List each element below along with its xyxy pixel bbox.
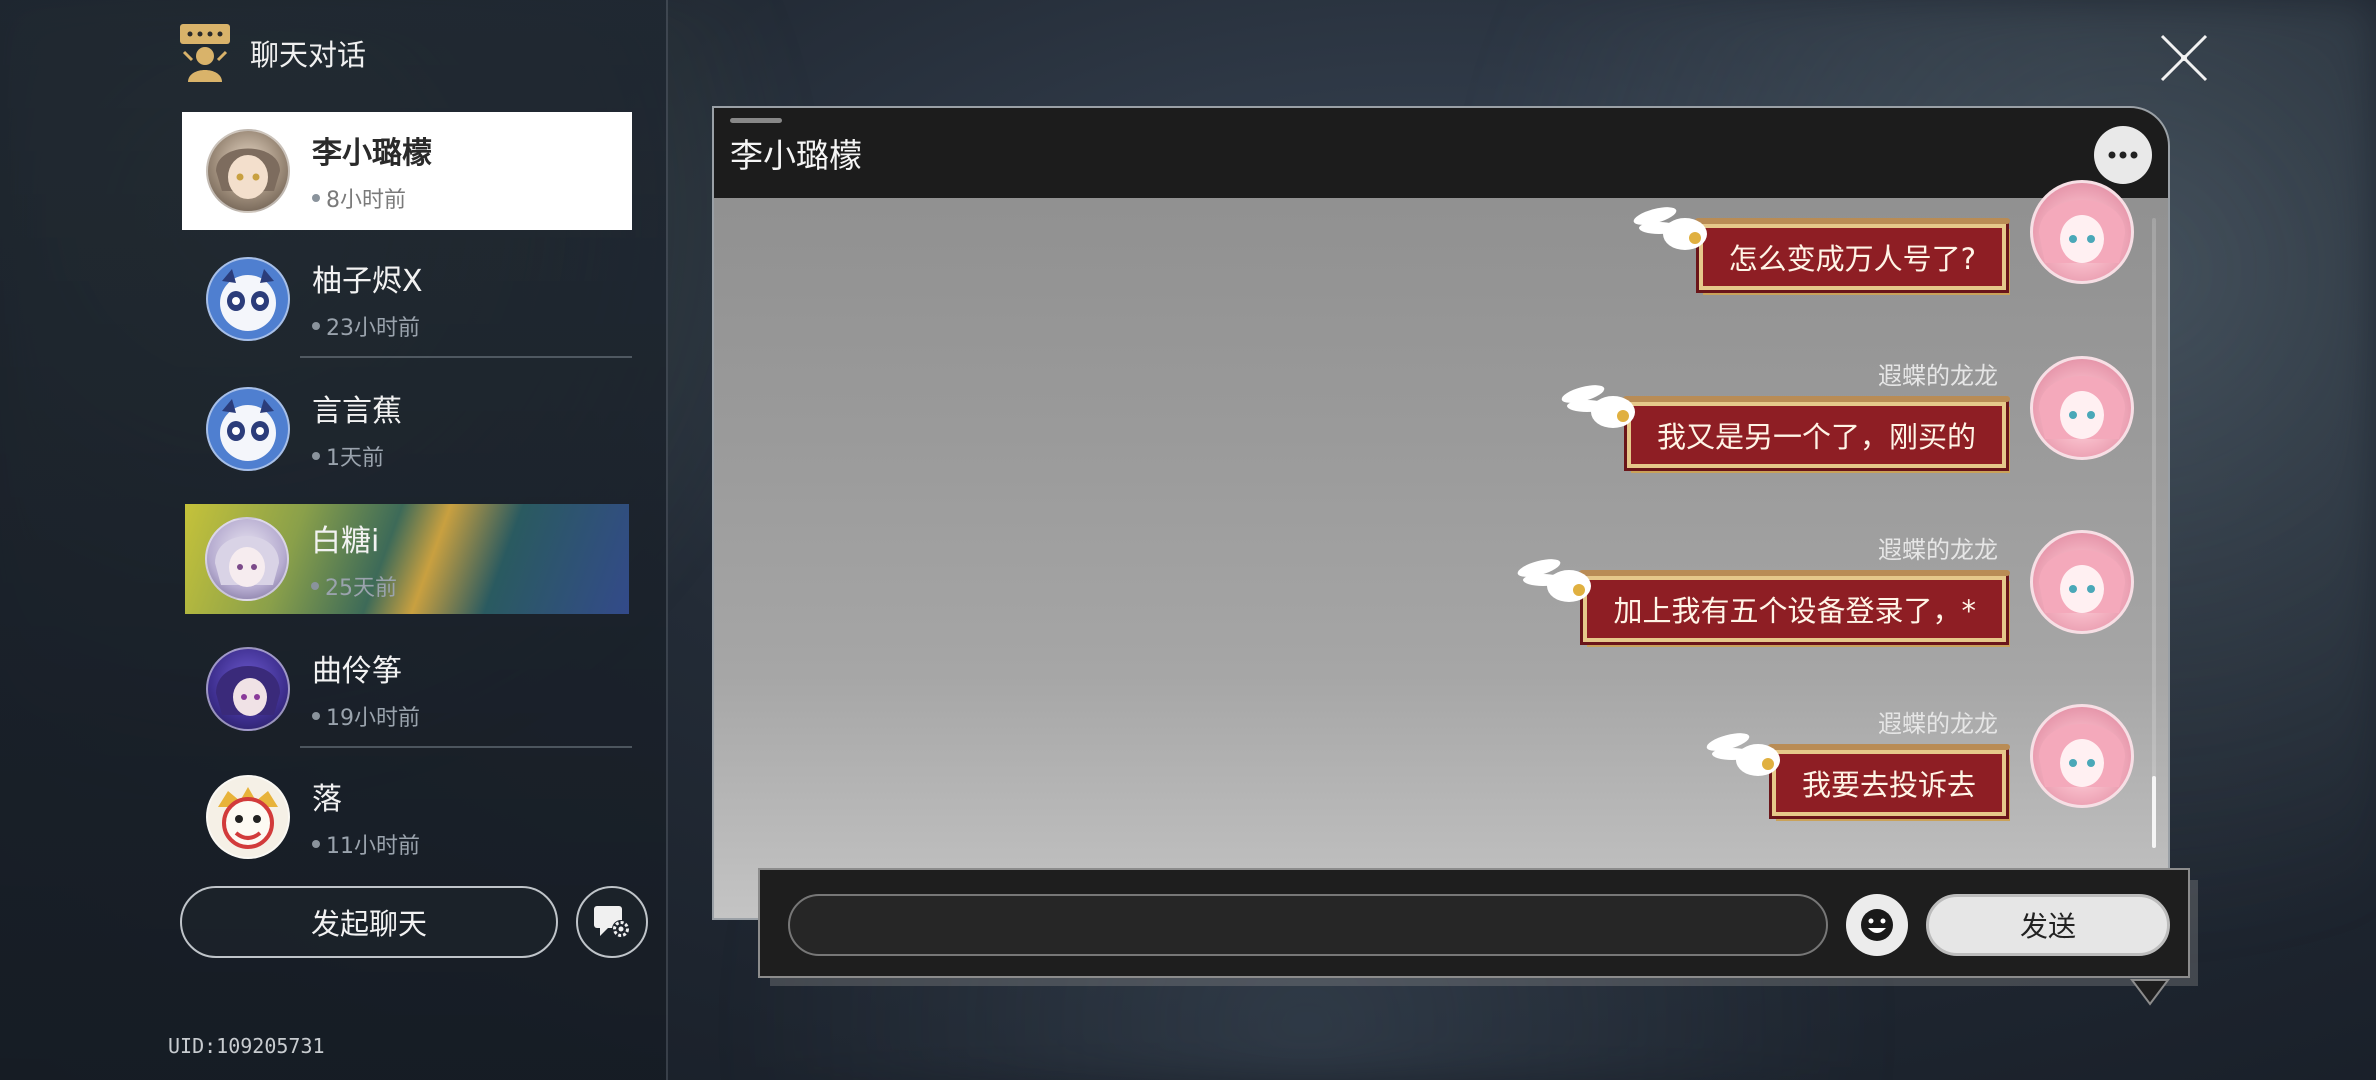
chat-dialogue-icon [180,24,230,82]
sender-avatar[interactable] [2030,180,2134,284]
contact-item[interactable]: 言言蕉 1天前 [182,370,632,488]
sender-avatar[interactable] [2030,704,2134,808]
avatar [206,387,290,471]
avatar [206,775,290,859]
emoji-icon [1861,909,1893,941]
message-bubble[interactable]: 我要去投诉去 [1706,733,2011,816]
message-row: 遐蝶的龙龙 我又是另一个了，刚买的 [714,356,2168,476]
send-button[interactable]: 发送 [1926,894,2170,956]
divider [300,746,632,748]
contact-time: 11小时前 [312,828,420,860]
contact-name: 曲伶筝 [312,654,402,689]
contact-time: 8小时前 [312,182,432,214]
avatar [206,129,290,213]
sender-avatar[interactable] [2030,356,2134,460]
avatar-portrait-icon [2039,724,2125,787]
contact-name: 柚子烬X [312,264,423,299]
bunny-decoration-icon [1633,207,1707,250]
avatar-portrait-icon [2039,200,2125,263]
contact-time: 1天前 [312,440,402,472]
close-icon[interactable] [2156,30,2212,86]
avatar-portrait-icon [2039,376,2125,439]
message-text: 我要去投诉去 [1801,768,1976,802]
contact-item-selected[interactable]: 李小璐檬 8小时前 [182,112,632,230]
contact-name: 白糖i [311,524,380,559]
message-text: 怎么变成万人号了? [1728,242,1976,276]
chat-settings-button[interactable] [576,886,648,958]
contact-time: 19小时前 [312,700,420,732]
bunny-decoration-icon [1706,733,1780,776]
bubble-tail-decoration [2130,979,2170,1006]
chat-window: 李小璐檬 怎么变成万人号了? 遐蝶的龙龙 我又是另一个了，刚买的 遐蝶的龙龙 加… [712,106,2170,920]
sender-name: 遐蝶的龙龙 [1878,710,1998,738]
avatar [206,647,290,731]
contact-item-highlighted[interactable]: 白糖i 25天前 [185,504,629,614]
contact-item[interactable]: 落 11小时前 [182,758,632,876]
panel-title: 聊天对话 [250,38,367,72]
emoji-button[interactable] [1846,894,1908,956]
contacts-panel: 聊天对话 李小璐檬 8小时前 柚子烬X 23小时前 言言蕉 1天前 白糖i 25… [0,0,668,1080]
contact-name: 落 [312,782,342,817]
contact-name: 言言蕉 [312,394,402,429]
avatar-lion-dance-icon [218,787,278,849]
bunny-decoration-icon [1561,385,1635,428]
avatar-portrait-icon [216,666,280,716]
contact-item[interactable]: 曲伶筝 19小时前 [182,630,632,748]
avatar-portrait-icon [2039,550,2125,613]
start-chat-button[interactable]: 发起聊天 [180,886,558,958]
avatar-portrait-icon [216,148,280,199]
contact-time: 25天前 [311,570,397,602]
drag-handle [730,118,782,123]
scrollbar-thumb[interactable] [2152,776,2156,848]
scrollbar-track[interactable] [2152,218,2156,848]
avatar-mascot-icon [220,399,276,461]
message-composer: 发送 [758,868,2190,978]
sender-avatar[interactable] [2030,530,2134,634]
message-row: 遐蝶的龙龙 加上我有五个设备登录了，* [714,530,2168,650]
message-text: 我又是另一个了，刚买的 [1656,420,1976,454]
message-bubble[interactable]: 加上我有五个设备登录了，* [1518,559,2010,642]
more-icon [2108,151,2138,159]
message-row: 遐蝶的龙龙 我要去投诉去 [714,704,2168,824]
message-bubble[interactable]: 怎么变成万人号了? [1633,207,2011,290]
message-text: 加上我有五个设备登录了，* [1613,594,1976,628]
contact-item[interactable]: 柚子烬X 23小时前 [182,240,632,358]
uid-label: UID:109205731 [168,1034,325,1058]
message-row: 怎么变成万人号了? [714,166,2168,290]
contact-name: 李小璐檬 [312,136,432,171]
message-input[interactable] [788,894,1828,956]
divider [300,356,632,358]
chat-settings-icon [594,906,630,938]
panel-header: 聊天对话 [178,22,366,84]
bunny-decoration-icon [1518,559,1592,602]
avatar-mascot-icon [220,269,276,331]
contact-time: 23小时前 [312,310,423,342]
sender-name: 遐蝶的龙龙 [1878,362,1998,390]
sender-name: 遐蝶的龙龙 [1878,536,1998,564]
avatar [205,517,289,601]
avatar [206,257,290,341]
message-bubble[interactable]: 我又是另一个了，刚买的 [1561,385,2011,468]
avatar-portrait-icon [215,536,279,587]
